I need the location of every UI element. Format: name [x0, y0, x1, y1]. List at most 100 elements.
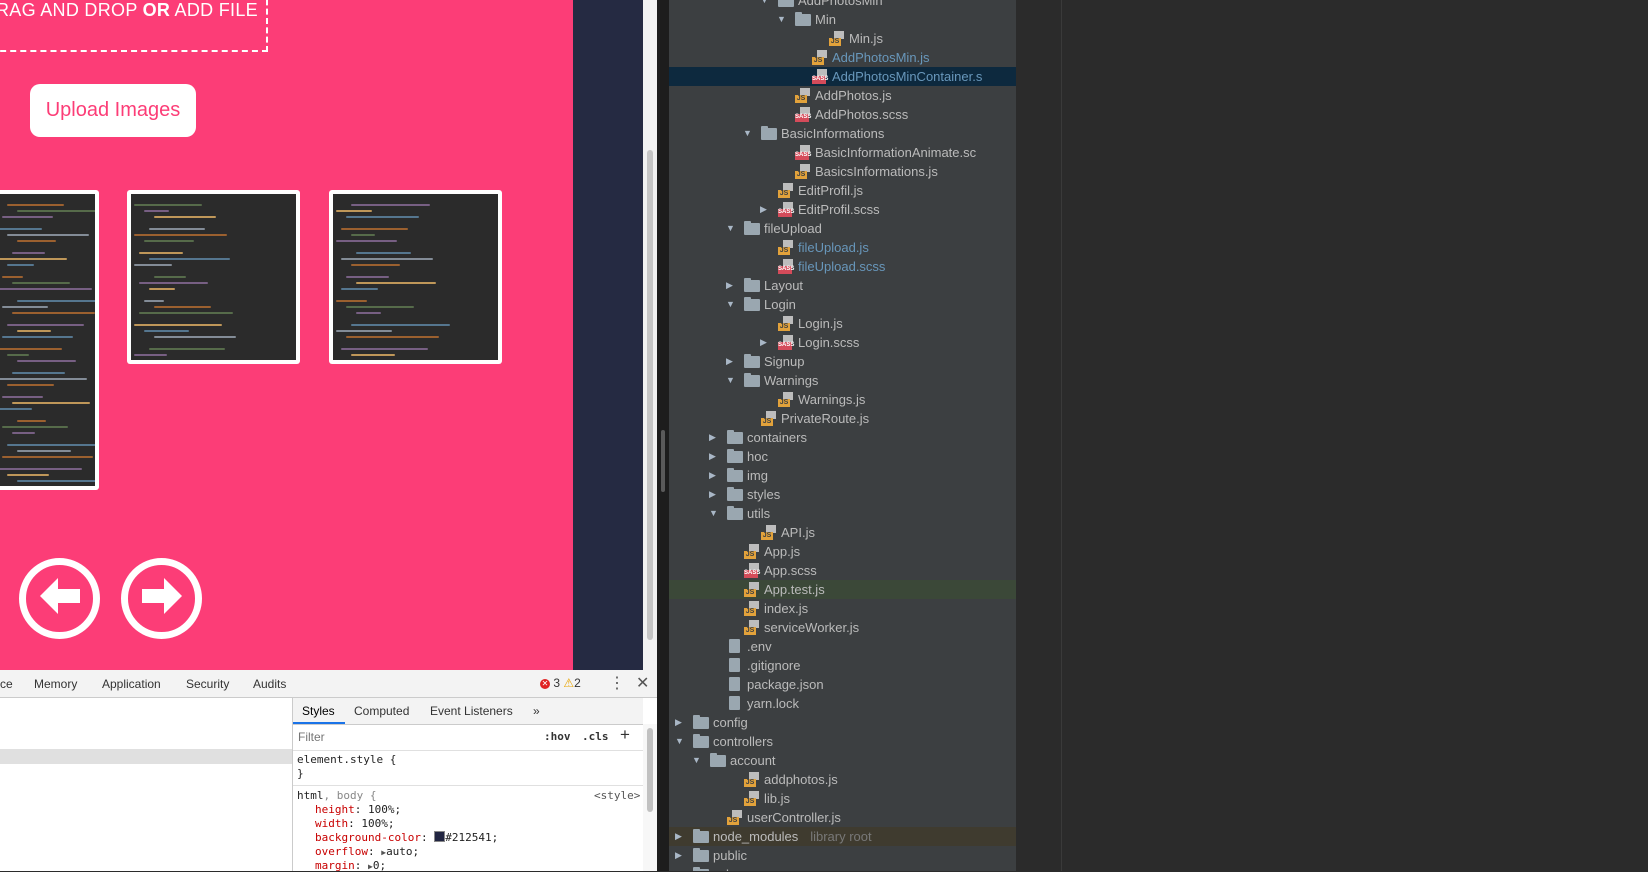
tree-row-addphotos-js[interactable]: JS addphotos.js [669, 770, 1016, 789]
css-declaration[interactable]: height: 100%; [315, 803, 401, 816]
tree-row-hoc[interactable]: ▶ hoc [669, 447, 1016, 466]
tab-audits[interactable]: Audits [253, 677, 286, 691]
browser-scrollbar[interactable] [643, 0, 657, 670]
color-swatch-icon[interactable] [434, 831, 446, 842]
tree-row-app-js[interactable]: JS App.js [669, 542, 1016, 561]
css-declaration[interactable]: overflow: ▶auto; [315, 845, 419, 858]
styles-filter-input[interactable] [296, 727, 530, 747]
tree-row-editprofil-js[interactable]: JS EditProfil.js [669, 181, 1016, 200]
styles-scrollbar[interactable] [643, 724, 657, 871]
expand-down-icon[interactable]: ▼ [726, 295, 736, 314]
tree-row-basicinformations[interactable]: ▼ BasicInformations [669, 124, 1016, 143]
tab-application[interactable]: Application [102, 677, 161, 691]
previous-button[interactable] [19, 558, 100, 639]
expand-down-icon[interactable]: ▼ [743, 124, 753, 143]
tree-row-api-js[interactable]: JS API.js [669, 523, 1016, 542]
scrollbar-thumb[interactable] [647, 150, 653, 640]
tree-row-addphotos-js[interactable]: JS AddPhotos.js [669, 86, 1016, 105]
tree-row-fileupload[interactable]: ▼ fileUpload [669, 219, 1016, 238]
tab-performance[interactable]: ce [0, 677, 13, 691]
css-declaration[interactable]: background-color: #212541; [315, 831, 498, 844]
expand-right-icon[interactable]: ▶ [726, 276, 736, 295]
add-rule-icon[interactable]: + [620, 725, 630, 745]
expand-right-icon[interactable]: ▶ [709, 428, 719, 447]
tree-row-app-test-js[interactable]: JS App.test.js [669, 580, 1016, 599]
tree-row-addphotosmin[interactable]: ▼ AddPhotosMin [669, 0, 1016, 10]
tree-row-styles[interactable]: ▶ styles [669, 485, 1016, 504]
tree-row-lib-js[interactable]: JS lib.js [669, 789, 1016, 808]
expand-down-icon[interactable]: ▼ [709, 504, 719, 523]
expand-right-icon[interactable]: ▶ [760, 333, 770, 352]
tab-security[interactable]: Security [186, 677, 229, 691]
tree-row-editprofil-scss[interactable]: ▶ SASS EditProfil.scss [669, 200, 1016, 219]
tree-row-warnings-js[interactable]: JS Warnings.js [669, 390, 1016, 409]
close-devtools-icon[interactable]: ✕ [636, 673, 649, 693]
expand-right-icon[interactable]: ▶ [760, 200, 770, 219]
scrollbar-thumb[interactable] [647, 728, 653, 812]
tree-row-fileupload-js[interactable]: JS fileUpload.js [669, 238, 1016, 257]
more-tabs-icon[interactable]: » [533, 704, 540, 718]
tree-row-addphotos-scss[interactable]: SASS AddPhotos.scss [669, 105, 1016, 124]
css-declaration[interactable]: margin: ▶0; [315, 859, 386, 872]
tree-row-serviceworker-js[interactable]: JS serviceWorker.js [669, 618, 1016, 637]
tree-row-addphotosmin-js[interactable]: JS AddPhotosMin.js [669, 48, 1016, 67]
tree-row-public[interactable]: ▶ public [669, 846, 1016, 865]
expand-down-icon[interactable]: ▼ [692, 751, 702, 770]
tree-row-privateroute-js[interactable]: JS PrivateRoute.js [669, 409, 1016, 428]
upload-images-button[interactable]: Upload Images [30, 84, 196, 137]
tree-row-containers[interactable]: ▶ containers [669, 428, 1016, 447]
tree-row-warnings[interactable]: ▼ Warnings [669, 371, 1016, 390]
css-declaration[interactable]: width: 100%; [315, 817, 395, 830]
tree-row-schema[interactable]: ▼ schema [669, 865, 1016, 871]
tree-row-addphotosmincontainer-s[interactable]: SASS AddPhotosMinContainer.s [669, 67, 1016, 86]
tree-row-config[interactable]: ▶ config [669, 713, 1016, 732]
image-thumbnail[interactable] [127, 190, 300, 364]
tab-styles[interactable]: Styles [302, 704, 335, 718]
element-style-selector[interactable]: element.style { [297, 753, 396, 766]
hover-state-toggle[interactable]: :hov [544, 730, 571, 743]
expand-right-icon[interactable]: ▶ [726, 352, 736, 371]
selected-dom-row[interactable] [0, 749, 292, 764]
tree-row-controllers[interactable]: ▼ controllers [669, 732, 1016, 751]
expand-right-icon[interactable]: ▶ [709, 466, 719, 485]
tree-row-login[interactable]: ▼ Login [669, 295, 1016, 314]
tab-computed[interactable]: Computed [354, 704, 409, 718]
tree-row-min[interactable]: ▼ Min [669, 10, 1016, 29]
next-button[interactable] [121, 558, 202, 639]
tree-row-usercontroller-js[interactable]: JS userController.js [669, 808, 1016, 827]
expand-right-icon[interactable]: ▶ [675, 827, 685, 846]
html-body-selector[interactable]: html, body { [297, 789, 376, 802]
image-thumbnail[interactable] [0, 190, 99, 490]
tree-row-login-js[interactable]: JS Login.js [669, 314, 1016, 333]
tree-row-fileupload-scss[interactable]: SASS fileUpload.scss [669, 257, 1016, 276]
class-toggle[interactable]: .cls [582, 730, 609, 743]
expand-down-icon[interactable]: ▼ [726, 219, 736, 238]
more-options-icon[interactable]: ⋮ [609, 673, 625, 693]
tree-row-login-scss[interactable]: ▶ SASS Login.scss [669, 333, 1016, 352]
tree-row-package-json[interactable]: package.json [669, 675, 1016, 694]
tab-event-listeners[interactable]: Event Listeners [430, 704, 513, 718]
tree-row-utils[interactable]: ▼ utils [669, 504, 1016, 523]
tree-row-img[interactable]: ▶ img [669, 466, 1016, 485]
tree-row-env[interactable]: .env [669, 637, 1016, 656]
tree-row-node-modules[interactable]: ▶ node_modules library root [669, 827, 1016, 846]
expand-right-icon[interactable]: ▶ [675, 846, 685, 865]
expand-down-icon[interactable]: ▼ [760, 0, 770, 10]
tree-row-min-js[interactable]: JS Min.js [669, 29, 1016, 48]
tab-memory[interactable]: Memory [34, 677, 77, 691]
expand-right-icon[interactable]: ▶ [709, 485, 719, 504]
expand-right-icon[interactable]: ▶ [675, 713, 685, 732]
expand-down-icon[interactable]: ▼ [726, 371, 736, 390]
tree-row-account[interactable]: ▼ account [669, 751, 1016, 770]
image-thumbnail[interactable] [329, 190, 502, 364]
window-splitter[interactable] [657, 0, 669, 871]
tree-row-basicsinformations-js[interactable]: JS BasicsInformations.js [669, 162, 1016, 181]
tree-row-index-js[interactable]: JS index.js [669, 599, 1016, 618]
splitter-grip[interactable] [661, 430, 665, 492]
tree-row-app-scss[interactable]: SASS App.scss [669, 561, 1016, 580]
tree-row-basicinformationanimate-sc[interactable]: SASS BasicInformationAnimate.sc [669, 143, 1016, 162]
tree-row-signup[interactable]: ▶ Signup [669, 352, 1016, 371]
expand-right-icon[interactable]: ▶ [709, 447, 719, 466]
tree-row-layout[interactable]: ▶ Layout [669, 276, 1016, 295]
expand-down-icon[interactable]: ▼ [675, 865, 685, 871]
